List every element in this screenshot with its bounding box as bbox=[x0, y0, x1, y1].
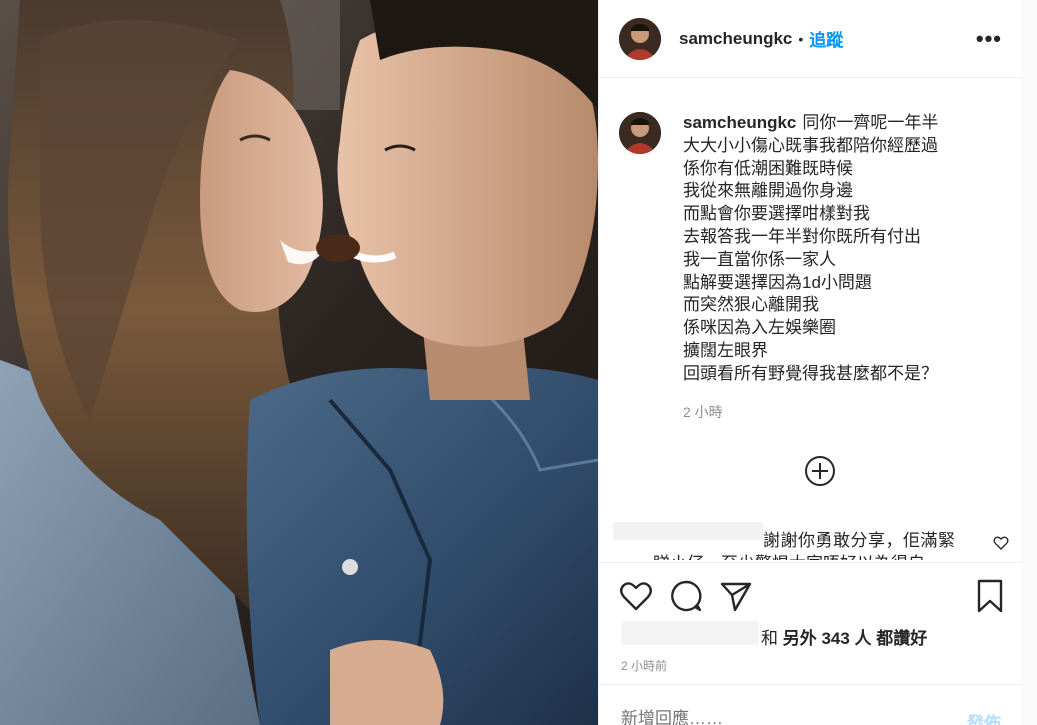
caption-line: samcheungkc 同你一齊呢一年半 bbox=[683, 112, 1013, 135]
add-comment-bar: 發佈 bbox=[599, 684, 1023, 725]
caption-line: 擴闊左眼界 bbox=[683, 340, 768, 360]
likes-text: 和 另外 343 人 都讚好 bbox=[761, 624, 927, 649]
likes-suffix: 都讚好 bbox=[876, 629, 928, 648]
blurred-liker-name bbox=[621, 621, 759, 645]
caption-line: 而點會你要選擇咁樣對我 bbox=[683, 204, 870, 224]
action-bar: 和 另外 343 人 都讚好 2 小時前 bbox=[599, 562, 1023, 682]
likes-prefix: 和 bbox=[761, 629, 778, 648]
avatar-image bbox=[619, 17, 661, 60]
caption-line: 去報答我一年半對你既所有付出 bbox=[683, 226, 921, 246]
post-photo[interactable] bbox=[0, 0, 598, 725]
plus-circle-icon[interactable] bbox=[804, 455, 836, 487]
paper-plane-icon[interactable] bbox=[719, 579, 753, 613]
bookmark-icon[interactable] bbox=[973, 579, 1007, 613]
caption-line: 回頭看所有野覺得我甚麼都不是？ bbox=[683, 363, 938, 383]
scrollbar[interactable] bbox=[1022, 0, 1037, 725]
caption-line: 我從來無離開過你身邊 bbox=[683, 181, 853, 201]
comment-input[interactable] bbox=[621, 709, 921, 725]
avatar[interactable] bbox=[619, 17, 661, 60]
comment-bubble-icon[interactable] bbox=[669, 579, 703, 613]
caption-line: 係咪因為入左娛樂圈 bbox=[683, 318, 836, 338]
caption-username[interactable]: samcheungkc bbox=[683, 113, 796, 132]
caption-line: 而突然狠心離開我 bbox=[683, 295, 819, 315]
more-horizontal-icon[interactable]: ••• bbox=[976, 26, 1002, 52]
avatar-image bbox=[619, 112, 661, 154]
couple-photo-illustration bbox=[0, 0, 598, 725]
separator-dot: • bbox=[798, 30, 804, 47]
caption-line: 係你有低潮困難既時候 bbox=[683, 158, 853, 178]
comment-heart-icon[interactable] bbox=[993, 535, 1009, 551]
post-detail-panel: samcheungkc • 追蹤 ••• samcheungkc 同你一齊呢一年半… bbox=[598, 0, 1023, 725]
comment-text: 謝謝你勇敢分享，佢滿緊 bbox=[763, 531, 956, 550]
caption-timestamp[interactable]: 2 小時 bbox=[683, 402, 723, 422]
likes-count[interactable]: 另外 343 人 bbox=[783, 629, 872, 648]
heart-icon[interactable] bbox=[619, 579, 653, 613]
post-header: samcheungkc • 追蹤 ••• bbox=[599, 0, 1022, 78]
caption-line: 我一直當你係一家人 bbox=[683, 249, 836, 269]
caption-line-text: 同你一齊呢一年半 bbox=[802, 113, 939, 132]
caption-text: samcheungkc 同你一齊呢一年半 大大小小傷心既事我都陪你經歷過 係你有低… bbox=[683, 112, 1013, 386]
posted-timestamp[interactable]: 2 小時前 bbox=[621, 657, 667, 674]
blurred-username bbox=[613, 522, 763, 540]
comment-text-overflow: 睇小仔 至少警惕大家唔好以為得自 bbox=[653, 549, 925, 560]
caption-line: 大大小小傷心既事我都陪你經歷過 bbox=[683, 135, 938, 155]
caption-line: 點解要選擇因為1d小問題 bbox=[683, 272, 872, 292]
comment-preview: 謝謝你勇敢分享，佢滿緊 睇小仔 至少警惕大家唔好以為得自 bbox=[613, 520, 1013, 560]
follow-button[interactable]: 追蹤 bbox=[809, 26, 843, 51]
username-link[interactable]: samcheungkc bbox=[679, 29, 792, 49]
post-comment-button[interactable]: 發佈 bbox=[967, 709, 1001, 725]
avatar[interactable] bbox=[619, 112, 661, 154]
